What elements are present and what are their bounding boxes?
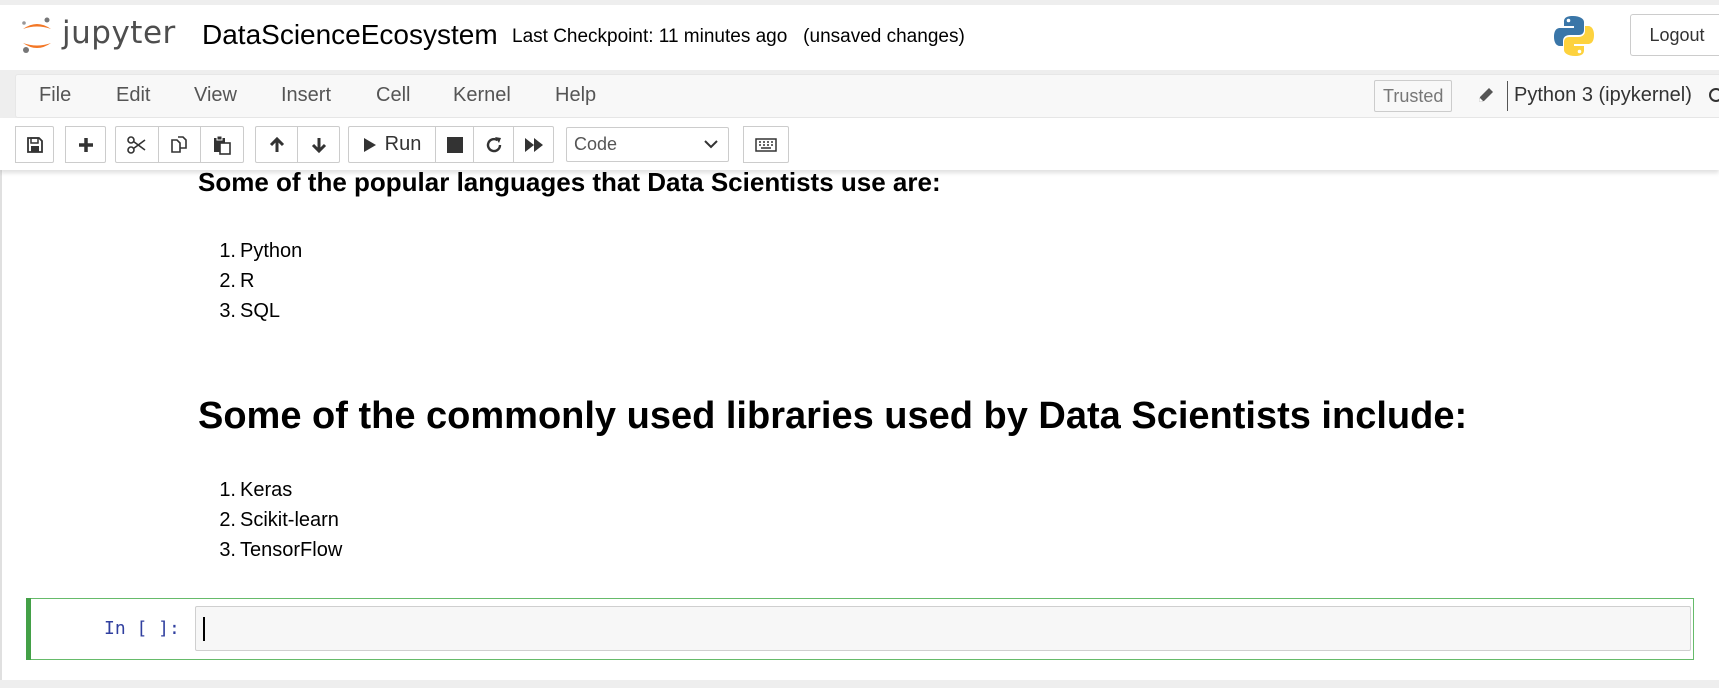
list-item: 1. Keras — [198, 475, 342, 505]
save-icon — [26, 136, 43, 153]
move-down-button[interactable] — [297, 126, 340, 163]
run-group: Run — [348, 126, 554, 163]
insert-cell-button[interactable] — [65, 126, 106, 163]
paste-button[interactable] — [200, 126, 244, 163]
restart-icon — [486, 136, 501, 152]
list-item-text: Keras — [240, 479, 293, 501]
list-item-text: SQL — [240, 300, 281, 322]
python-kernel-icon — [1554, 16, 1594, 56]
notebook-bottom-edge — [0, 680, 1719, 688]
keyboard-icon — [755, 137, 777, 152]
jupyter-logo[interactable]: jupyter — [20, 15, 176, 55]
menu-view[interactable]: View — [194, 84, 237, 107]
kernel-divider — [1507, 81, 1508, 111]
list-item-text: Python — [240, 240, 303, 262]
unsaved-changes-text: (unsaved changes) — [803, 26, 965, 47]
logout-button[interactable]: Logout — [1630, 14, 1719, 56]
insert-group — [65, 126, 106, 163]
menu-kernel[interactable]: Kernel — [453, 84, 511, 107]
menu-cell[interactable]: Cell — [376, 84, 410, 107]
checkpoint-status: Last Checkpoint: 11 minutes ago (unsaved… — [512, 26, 965, 48]
interrupt-button[interactable] — [435, 126, 474, 163]
list-item-text: TensorFlow — [240, 539, 343, 561]
trusted-indicator[interactable]: Trusted — [1374, 80, 1453, 112]
list-item-number: 1. — [219, 479, 236, 501]
list-item-number: 2. — [219, 270, 236, 292]
save-button[interactable] — [15, 126, 54, 163]
toolbar: Run Code — [0, 118, 1719, 170]
cut-button[interactable] — [115, 126, 159, 163]
code-cell-selected[interactable]: In [ ]: — [26, 598, 1694, 660]
libraries-heading: Some of the commonly used libraries used… — [198, 395, 1468, 437]
run-label: Run — [384, 133, 422, 155]
checkpoint-text: Last Checkpoint: 11 minutes ago — [512, 26, 788, 47]
notebook-name[interactable]: DataScienceEcosystem — [202, 19, 498, 51]
list-item: 2. R — [198, 266, 302, 296]
languages-list: 1. Python 2. R 3. SQL — [198, 236, 302, 326]
pencil-icon[interactable] — [1476, 85, 1496, 105]
list-item-text: R — [240, 270, 255, 292]
list-item-number: 1. — [219, 240, 236, 262]
kernel-idle-icon — [1709, 88, 1719, 102]
list-item: 3. SQL — [198, 296, 302, 326]
cut-icon — [127, 135, 146, 154]
edit-group — [115, 126, 244, 163]
arrow-down-icon — [311, 137, 326, 153]
list-item-number: 3. — [219, 300, 236, 322]
list-item: 1. Python — [198, 236, 302, 266]
command-palette-button[interactable] — [743, 126, 789, 163]
menubar: File Edit View Insert Cell Kernel Help T… — [15, 74, 1719, 118]
cell-type-select[interactable]: Code — [566, 127, 729, 162]
list-item: 2. Scikit-learn — [198, 505, 342, 535]
save-group — [15, 126, 54, 163]
chevron-down-icon — [704, 140, 718, 149]
header: jupyter DataScienceEcosystem Last Checkp… — [0, 0, 1719, 70]
list-item-number: 3. — [219, 539, 236, 561]
menu-file[interactable]: File — [39, 84, 71, 107]
notebook-container[interactable]: Some of the popular languages that Data … — [0, 170, 1719, 688]
restart-run-all-button[interactable] — [513, 126, 554, 163]
languages-heading: Some of the popular languages that Data … — [198, 170, 941, 197]
kernel-name[interactable]: Python 3 (ipykernel) — [1514, 84, 1692, 107]
plus-icon — [78, 137, 93, 152]
paste-icon — [214, 135, 231, 155]
copy-button[interactable] — [158, 126, 201, 163]
code-input[interactable] — [195, 606, 1691, 651]
list-item-number: 2. — [219, 509, 236, 531]
run-button[interactable]: Run — [348, 126, 436, 163]
input-prompt: In [ ]: — [104, 618, 180, 639]
fast-forward-icon — [524, 137, 543, 152]
menu-insert[interactable]: Insert — [281, 84, 331, 107]
keyboard-group — [743, 126, 789, 163]
menu-edit[interactable]: Edit — [116, 84, 150, 107]
stop-icon — [446, 136, 463, 153]
list-item: 3. TensorFlow — [198, 535, 342, 565]
text-cursor — [203, 617, 205, 641]
restart-button[interactable] — [473, 126, 514, 163]
libraries-list: 1. Keras 2. Scikit-learn 3. TensorFlow — [198, 475, 342, 565]
cell-type-value: Code — [574, 134, 618, 154]
menu-help[interactable]: Help — [555, 84, 596, 107]
move-group — [255, 126, 340, 163]
jupyter-logo-icon — [22, 17, 51, 53]
run-icon — [363, 137, 376, 152]
move-up-button[interactable] — [255, 126, 298, 163]
copy-icon — [170, 135, 187, 153]
list-item-text: Scikit-learn — [240, 509, 339, 531]
logo-text: jupyter — [62, 15, 176, 51]
arrow-up-icon — [269, 136, 284, 152]
